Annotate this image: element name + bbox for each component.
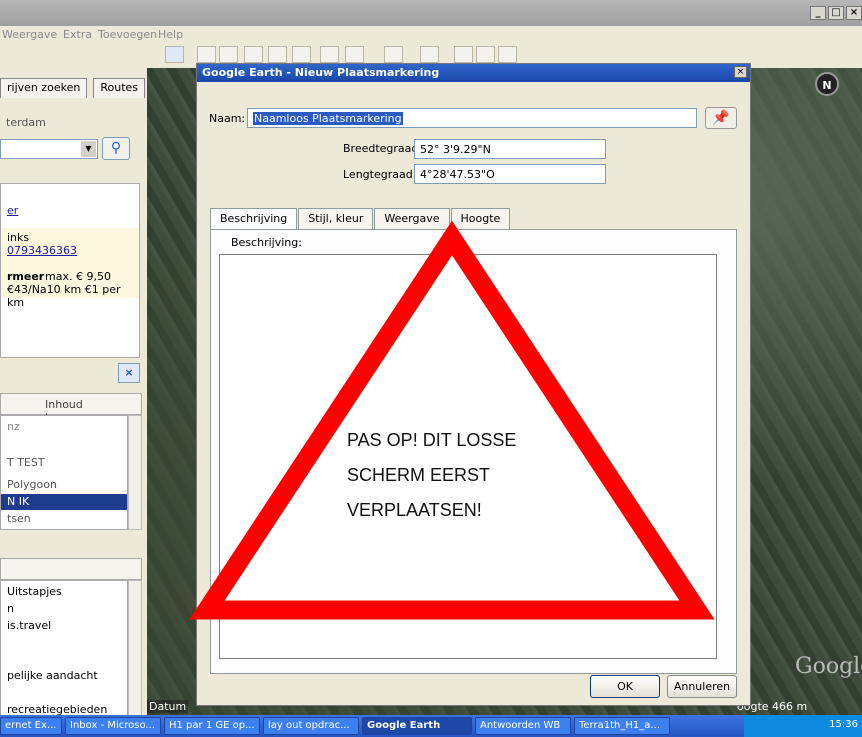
sidebar-toggle-icon[interactable]	[165, 46, 184, 63]
clock[interactable]: 15:36	[829, 719, 858, 730]
latitude-label: Breedtegraad:	[343, 142, 423, 155]
longitude-field[interactable]: 4°28'47.53"O	[414, 164, 606, 184]
close-window-button[interactable]: ×	[846, 6, 862, 20]
search-hint: terdam	[6, 116, 46, 129]
minimize-button[interactable]: _	[810, 6, 826, 20]
result-link[interactable]: er	[7, 204, 18, 217]
taskbar: ernet Ex... Inbox - Microso... H1 par 1 …	[0, 715, 862, 737]
name-label: Naam:	[209, 112, 246, 125]
warning-line-1: PAS OP! DIT LOSSE	[347, 430, 517, 450]
warning-line-2: SCHERM EERST	[347, 465, 491, 485]
menu-bar: Weergave Extra Toevoegen Help	[0, 26, 862, 43]
title-bar: _ □ ×	[0, 0, 862, 26]
warning-line-3: VERPLAATSEN!	[347, 500, 482, 520]
result-extra: €43/Na10 km €1 per km	[7, 283, 121, 309]
search-input[interactable]: ▼	[0, 139, 98, 159]
tab-hoogte[interactable]: Hoogte	[450, 208, 511, 229]
places-scrollbar[interactable]	[128, 415, 142, 530]
taskbar-item[interactable]: H1 par 1 GE op...	[164, 717, 260, 735]
description-label: Beschrijving:	[231, 236, 302, 249]
place-item[interactable]: tsen	[7, 512, 31, 525]
search-tabs: rijven zoeken Routes	[0, 78, 146, 98]
ruler-tool-icon[interactable]	[420, 46, 439, 63]
tour-tool-icon[interactable]	[292, 46, 311, 63]
left-panel: rijven zoeken Routes terdam ▼ ⚲ er inks …	[0, 43, 147, 737]
google-logo: Google	[795, 654, 862, 679]
layer-item[interactable]: pelijke aandacht	[7, 669, 98, 682]
taskbar-item[interactable]: lay out opdrac...	[263, 717, 359, 735]
menu-weergave[interactable]: Weergave	[2, 28, 57, 41]
menu-extra[interactable]: Extra	[63, 28, 92, 41]
tab-weergave[interactable]: Weergave	[374, 208, 450, 229]
name-field[interactable]: Naamloos Plaatsmarkering	[247, 108, 697, 128]
tab-search[interactable]: rijven zoeken	[0, 78, 88, 98]
layers-list: Uitstapjes n is.travel pelijke aandacht …	[0, 580, 128, 717]
result-card[interactable]: inks 0793436363 rmeer max. € 9,50 €43/Na…	[1, 228, 139, 309]
dialog-close-button[interactable]: ×	[734, 66, 747, 78]
dialog-tabs: Beschrijving Stijl, kleur Weergave Hoogt…	[210, 208, 511, 230]
placemark-tool-icon[interactable]	[197, 46, 216, 63]
tab-beschrijving[interactable]: Beschrijving	[210, 208, 298, 230]
dialog-title: Google Earth - Nieuw Plaatsmarkering	[202, 66, 440, 79]
path-tool-icon[interactable]	[244, 46, 263, 63]
save-image-tool-icon[interactable]	[498, 46, 517, 63]
result-name: inks	[7, 231, 30, 244]
cancel-button[interactable]: Annuleren	[667, 675, 737, 698]
place-item[interactable]: T TEST	[7, 456, 45, 469]
history-tool-icon[interactable]	[320, 46, 339, 63]
result-title: rmeer	[7, 270, 45, 283]
polygon-tool-icon[interactable]	[219, 46, 238, 63]
taskbar-item[interactable]: ernet Ex...	[0, 717, 62, 735]
overlay-tool-icon[interactable]	[268, 46, 287, 63]
place-item[interactable]: nz	[7, 420, 20, 433]
place-item-selected[interactable]: N IK	[1, 494, 127, 510]
close-icon[interactable]: ×	[118, 363, 140, 383]
result-phone[interactable]: 0793436363	[7, 244, 77, 257]
layers-scrollbar[interactable]	[128, 580, 142, 717]
north-compass-icon[interactable]: N	[815, 72, 839, 96]
place-item[interactable]: Polygoon	[7, 478, 57, 491]
places-header: Inhoud toevoegen	[0, 393, 142, 424]
layers-header	[0, 558, 142, 580]
print-tool-icon[interactable]	[476, 46, 495, 63]
places-list: nz T TEST Polygoon N IK tsen	[0, 415, 128, 530]
layer-item[interactable]: n	[7, 602, 14, 615]
taskbar-item[interactable]: Inbox - Microso...	[65, 717, 161, 735]
dialog-title-bar: Google Earth - Nieuw Plaatsmarkering ×	[197, 64, 750, 82]
imagery-date: Datum	[147, 700, 189, 713]
window-controls: _ □ ×	[810, 6, 862, 22]
menu-help[interactable]: Help	[158, 28, 183, 41]
new-placemark-dialog: Google Earth - Nieuw Plaatsmarkering × N…	[196, 63, 751, 706]
sun-tool-icon[interactable]	[345, 46, 364, 63]
search-icon[interactable]: ⚲	[102, 137, 130, 160]
chevron-down-icon[interactable]: ▼	[81, 141, 96, 157]
pushpin-icon[interactable]: 📌	[705, 107, 737, 129]
ok-button[interactable]: OK	[590, 675, 660, 698]
warning-text: PAS OP! DIT LOSSE SCHERM EERST VERPLAATS…	[347, 423, 516, 528]
name-value: Naamloos Plaatsmarkering	[253, 112, 403, 125]
latitude-field[interactable]: 52° 3'9.29"N	[414, 139, 606, 159]
taskbar-item-active[interactable]: Google Earth	[362, 717, 472, 735]
longitude-label: Lengtegraad:	[343, 168, 417, 181]
email-tool-icon[interactable]	[454, 46, 473, 63]
layer-item[interactable]: Uitstapjes	[7, 585, 62, 598]
menu-toevoegen[interactable]: Toevoegen	[98, 28, 157, 41]
tab-stijl-kleur[interactable]: Stijl, kleur	[298, 208, 374, 229]
planet-tool-icon[interactable]	[384, 46, 403, 63]
search-results: er inks 0793436363 rmeer max. € 9,50 €43…	[0, 183, 140, 358]
system-tray: 15:36	[744, 715, 862, 737]
tab-routes[interactable]: Routes	[93, 78, 146, 98]
taskbar-item[interactable]: Antwoorden WB	[475, 717, 571, 735]
layer-item[interactable]: is.travel	[7, 619, 51, 632]
maximize-button[interactable]: □	[828, 6, 844, 20]
result-price: max. € 9,50	[45, 270, 111, 283]
taskbar-item[interactable]: Terra1th_H1_a...	[574, 717, 670, 735]
